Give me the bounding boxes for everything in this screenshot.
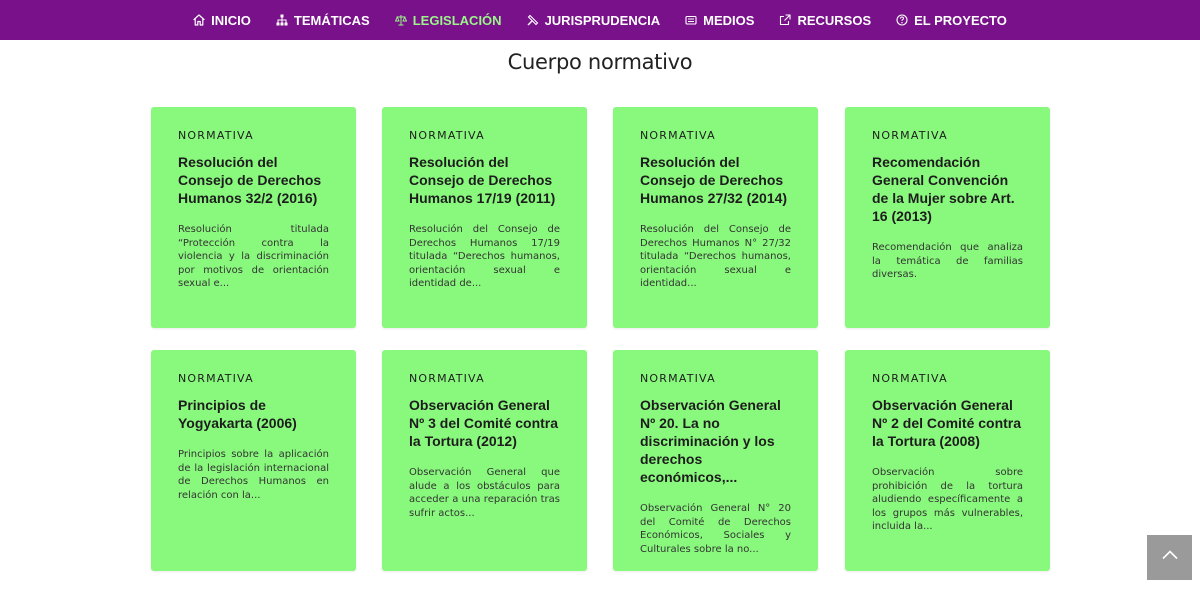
card-title[interactable]: Observación General Nº 2 del Comité cont…: [872, 396, 1023, 450]
card-normativa[interactable]: NORMATIVA Principios de Yogyakarta (2006…: [151, 350, 356, 571]
nav-item-label: EL PROYECTO: [914, 12, 1007, 28]
nav-item-label: MEDIOS: [703, 12, 755, 28]
nav-item-tematicas[interactable]: TEMÁTICAS: [276, 13, 370, 28]
card-normativa[interactable]: NORMATIVA Resolución del Consejo de Dere…: [382, 107, 587, 328]
card-title[interactable]: Resolución del Consejo de Derechos Human…: [178, 153, 329, 207]
card-description: Observación General N° 20 del Comité de …: [640, 503, 791, 555]
balance-scale-icon: [394, 14, 407, 26]
card-description: Principios sobre la aplicación de la leg…: [178, 449, 329, 501]
card-normativa[interactable]: NORMATIVA Observación General Nº 20. La …: [613, 350, 818, 571]
card-category: NORMATIVA: [178, 372, 254, 385]
main-navbar: INICIO TEMÁTICAS LEGISLACIÓN JURISPRUDEN…: [0, 0, 1200, 40]
nav-item-label: JURISPRUDENCIA: [544, 12, 661, 28]
card-title[interactable]: Principios de Yogyakarta (2006): [178, 396, 329, 432]
nav-item-inicio[interactable]: INICIO: [193, 13, 251, 28]
card-category: NORMATIVA: [640, 372, 716, 385]
nav-item-label: INICIO: [211, 12, 251, 28]
card-normativa[interactable]: NORMATIVA Recomendación General Convenci…: [845, 107, 1050, 328]
nav-item-jurisprudencia[interactable]: JURISPRUDENCIA: [527, 12, 661, 28]
back-to-top-button[interactable]: [1147, 535, 1192, 580]
card-normativa[interactable]: NORMATIVA Resolución del Consejo de Dere…: [613, 107, 818, 328]
chevron-up-icon: [1161, 546, 1179, 569]
card-description: Observación sobre prohibición de la tort…: [872, 467, 1023, 532]
card-category: NORMATIVA: [409, 129, 485, 142]
card-normativa[interactable]: NORMATIVA Resolución del Consejo de Dere…: [151, 107, 356, 328]
card-description: Resolución titulada “Protección contra l…: [178, 224, 329, 289]
card-title[interactable]: Resolución del Consejo de Derechos Human…: [409, 153, 560, 207]
home-icon: [193, 14, 205, 26]
card-description: Observación General que alude a los obst…: [409, 467, 560, 519]
card-description: Resolución del Consejo de Derechos Human…: [640, 224, 791, 289]
card-category: NORMATIVA: [178, 129, 254, 142]
card-category: NORMATIVA: [872, 372, 948, 385]
external-link-icon: [779, 14, 791, 26]
card-category: NORMATIVA: [872, 129, 948, 142]
nav-item-medios[interactable]: MEDIOS: [685, 13, 754, 28]
sitemap-icon: [276, 14, 288, 26]
card-description: Resolución del Consejo de Derechos Human…: [409, 224, 560, 289]
card-normativa[interactable]: NORMATIVA Observación General Nº 2 del C…: [845, 350, 1050, 571]
nav-item-label: LEGISLACIÓN: [412, 12, 502, 28]
card-normativa[interactable]: NORMATIVA Observación General Nº 3 del C…: [382, 350, 587, 571]
card-category: NORMATIVA: [640, 129, 716, 142]
nav-item-legislacion[interactable]: LEGISLACIÓN: [394, 12, 502, 28]
nav-item-label: TEMÁTICAS: [293, 12, 370, 28]
page-title: Cuerpo normativo: [507, 50, 693, 74]
card-title[interactable]: Recomendación General Convención de la M…: [872, 153, 1023, 225]
card-title[interactable]: Observación General Nº 20. La no discrim…: [640, 396, 791, 486]
nav-item-label: RECURSOS: [797, 12, 872, 28]
card-category: NORMATIVA: [409, 372, 485, 385]
gavel-icon: [527, 14, 539, 26]
nav-item-recursos[interactable]: RECURSOS: [779, 13, 871, 28]
card-title[interactable]: Observación General Nº 3 del Comité cont…: [409, 396, 560, 450]
news-icon: [685, 14, 697, 26]
question-circle-icon: [896, 14, 908, 26]
nav-item-el-proyecto[interactable]: EL PROYECTO: [896, 13, 1007, 28]
card-title[interactable]: Resolución del Consejo de Derechos Human…: [640, 153, 791, 207]
card-description: Recomendación que analiza la temática de…: [872, 242, 1023, 280]
